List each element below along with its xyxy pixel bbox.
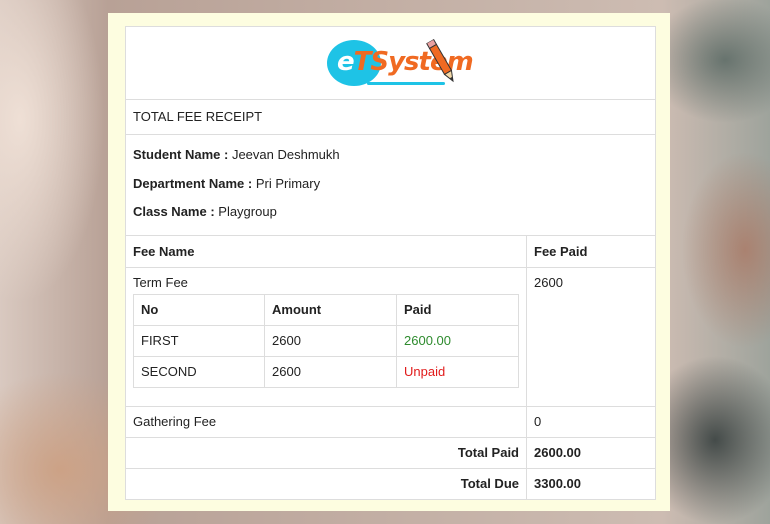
department-name-label: Department Name : [133,175,253,191]
installment-paid-status: 2600.00 [396,324,519,357]
term-fee-paid: 2600 [526,266,655,406]
total-paid-value: 2600.00 [526,436,655,468]
installment-no: FIRST [133,324,265,357]
fee-name-header: Fee Name [126,235,527,267]
receipt-frame: eTSystem TOTAL FEE RECEIPT Student Name … [108,13,670,511]
installment-row: SECOND 2600 Unpaid [133,355,519,388]
gathering-fee-paid: 0 [526,405,655,437]
class-name-line: Class Name : Playgroup [133,198,648,227]
department-name-line: Department Name : Pri Primary [133,170,648,199]
etsystem-logo: eTSystem [327,36,474,90]
term-fee-cell: Term Fee No Amount Paid FIRST 2600 2600.… [126,266,527,406]
department-name-value: Pri Primary [252,175,321,191]
installment-amount-header: Amount [264,293,397,326]
installment-unpaid-status: Unpaid [396,355,519,388]
total-due-row: Total Due 3300.00 [126,467,655,499]
student-info: Student Name : Jeevan Deshmukh Departmen… [126,135,655,236]
total-due-value: 3300.00 [526,467,655,499]
total-paid-row: Total Paid 2600.00 [126,436,655,468]
gathering-fee-name: Gathering Fee [126,405,527,437]
logo-row: eTSystem [126,27,655,100]
installments-table: No Amount Paid FIRST 2600 2600.00 SECOND… [133,293,519,388]
installment-row: FIRST 2600 2600.00 [133,324,519,357]
logo-underline [367,82,445,85]
student-name-line: Student Name : Jeevan Deshmukh [133,141,648,170]
fee-table: Fee Name Fee Paid Term Fee No Amount Pai… [126,235,655,499]
fee-receipt: eTSystem TOTAL FEE RECEIPT Student Name … [125,26,656,500]
fee-table-header: Fee Name Fee Paid [126,235,655,267]
fee-paid-header: Fee Paid [534,243,588,259]
fee-row-gathering: Gathering Fee 0 [126,405,655,437]
installment-amount: 2600 [264,324,397,357]
receipt-title: TOTAL FEE RECEIPT [126,100,655,135]
total-paid-label: Total Paid [126,436,527,468]
student-name-value: Jeevan Deshmukh [228,147,340,162]
installment-no: SECOND [133,355,265,388]
fee-row-term: Term Fee No Amount Paid FIRST 2600 2600.… [126,266,655,406]
installments-header: No Amount Paid [133,293,519,326]
total-due-label: Total Due [126,467,527,499]
term-fee-name: Term Fee [133,274,188,290]
class-name-label: Class Name : [133,204,215,219]
class-name-value: Playgroup [214,204,277,219]
installment-no-header: No [133,293,265,326]
installment-amount: 2600 [264,355,397,388]
student-name-label: Student Name : [133,147,229,162]
installment-paid-header: Paid [396,293,519,326]
